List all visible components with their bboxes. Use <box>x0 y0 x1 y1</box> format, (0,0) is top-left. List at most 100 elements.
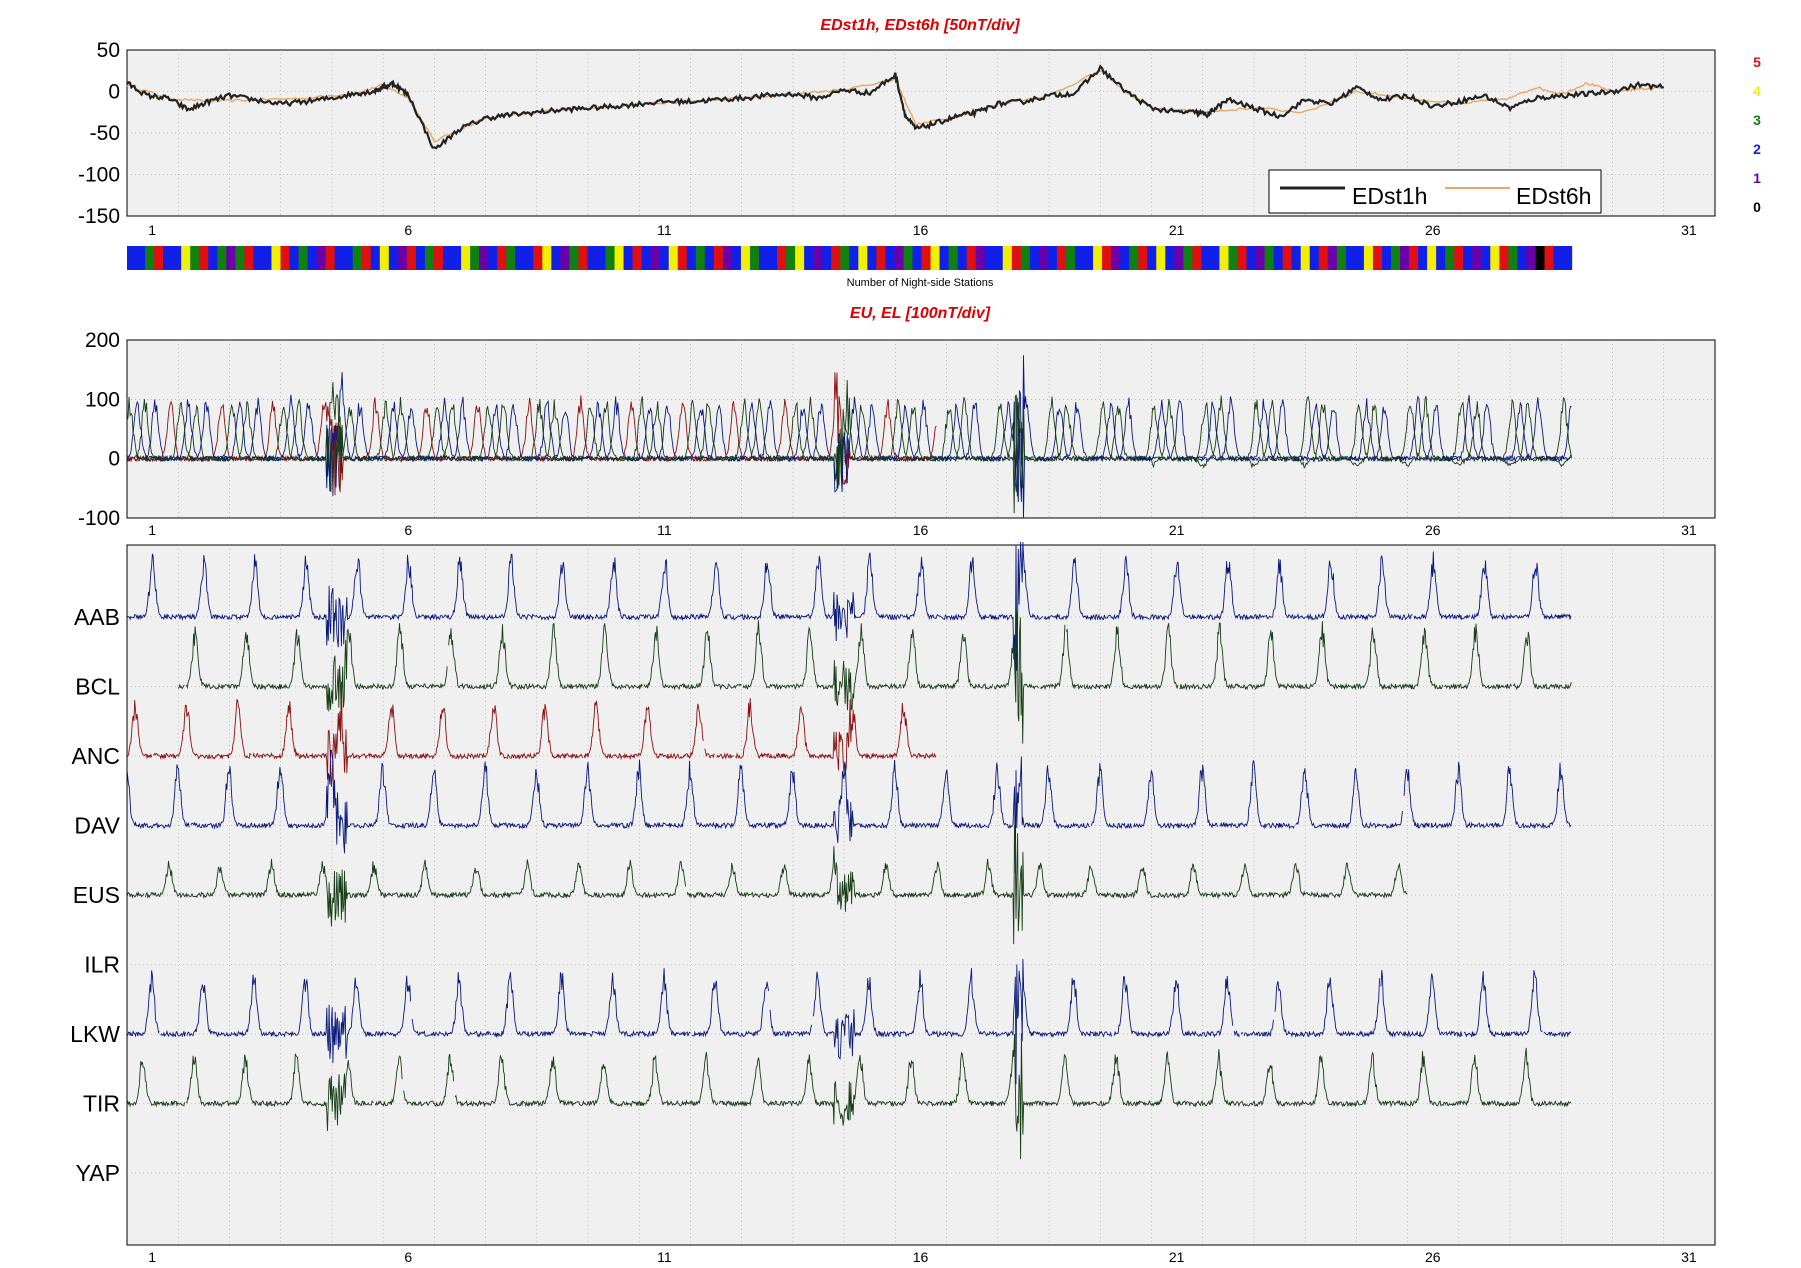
strip-cell <box>1372 246 1383 270</box>
strip-cell <box>461 246 471 270</box>
strip-cell <box>551 246 561 270</box>
day-tick-label: 6 <box>404 1249 412 1265</box>
strip-cell <box>1327 246 1338 270</box>
strip-cell <box>795 246 805 270</box>
strip-cell <box>361 246 372 270</box>
strip-cell <box>1237 246 1248 270</box>
strip-cell <box>569 246 580 270</box>
strip-cell <box>1228 246 1239 270</box>
y-tick-label: 200 <box>85 329 120 352</box>
strip-cell <box>289 246 300 270</box>
strip-cell <box>831 246 841 270</box>
strip-cell <box>1047 246 1058 270</box>
strip-cell <box>560 246 570 270</box>
strip-cell <box>397 246 408 270</box>
strip-cell <box>325 246 336 270</box>
strip-cell <box>334 246 345 270</box>
y-tick-label: 0 <box>108 81 120 104</box>
strip-cell <box>993 246 1004 270</box>
strip-cell <box>424 246 435 270</box>
strip-cell <box>1138 246 1148 270</box>
strip-cell <box>813 246 823 270</box>
day-tick-label: 26 <box>1425 1249 1441 1265</box>
strip-cell <box>1309 246 1320 270</box>
strip-cell <box>822 246 832 270</box>
strip-cell <box>226 246 236 270</box>
strip-cell <box>876 246 886 270</box>
strip-cell <box>506 246 516 270</box>
day-tick-label: 6 <box>404 222 412 238</box>
strip-cell <box>1535 246 1546 270</box>
strip-cell <box>433 246 444 270</box>
strip-cell <box>379 246 390 270</box>
strip-cell <box>235 246 245 270</box>
strip-cell <box>1345 246 1356 270</box>
strip-cell <box>686 246 697 270</box>
station-label-yap: YAP <box>76 1160 120 1186</box>
strip-cell <box>677 246 688 270</box>
day-tick-label: 21 <box>1169 1249 1185 1265</box>
edst-title: EDst1h, EDst6h [50nT/div] <box>820 17 1020 34</box>
strip-cell <box>1183 246 1193 270</box>
strip-cell <box>1544 246 1555 270</box>
strip-cell <box>1336 246 1347 270</box>
strip-cell <box>1427 246 1437 270</box>
strip-cell <box>542 246 552 270</box>
y-tick-label: -150 <box>78 205 120 228</box>
strip-cell <box>921 246 932 270</box>
day-tick-label: 16 <box>913 1249 929 1265</box>
strip-cell <box>659 246 670 270</box>
strip-cell <box>127 246 137 270</box>
day-tick-label: 11 <box>657 522 672 538</box>
strip-cell <box>1526 246 1537 270</box>
legend-edst1h-label: EDst1h <box>1352 183 1427 209</box>
strip-cell <box>1065 246 1076 270</box>
strip-cell <box>443 246 453 270</box>
strip-cell <box>966 246 977 270</box>
strip-cell <box>840 246 850 270</box>
strip-cell <box>208 246 218 270</box>
strip-cell <box>596 246 607 270</box>
strip-cell <box>452 246 462 270</box>
strip-cell <box>1409 246 1419 270</box>
strip-cell <box>181 246 191 270</box>
strip-cell <box>154 246 164 270</box>
night-legend-item: 5 <box>1753 54 1761 70</box>
strip-cell <box>957 246 968 270</box>
station-label-bcl: BCL <box>75 674 120 700</box>
strip-cell <box>650 246 661 270</box>
strip-cell <box>1300 246 1311 270</box>
strip-cell <box>1056 246 1067 270</box>
strip-cell <box>352 246 363 270</box>
y-tick-label: 0 <box>108 448 120 471</box>
strip-cell <box>1454 246 1464 270</box>
strip-cell <box>497 246 507 270</box>
strip-cell <box>1192 246 1202 270</box>
day-tick-label: 1 <box>148 522 156 538</box>
strip-cell <box>1381 246 1392 270</box>
strip-cell <box>849 246 859 270</box>
strip-cell <box>1291 246 1302 270</box>
station-label-dav: DAV <box>74 813 120 839</box>
eu-el-x-axis: 1 6 11 16 21 26 31 <box>148 522 1697 538</box>
strip-cell <box>1562 246 1573 270</box>
strip-cell <box>1156 246 1166 270</box>
strip-cell <box>172 246 182 270</box>
strip-cell <box>605 246 616 270</box>
strip-cell <box>163 246 173 270</box>
strip-cell <box>1084 246 1094 270</box>
strip-cell <box>488 246 498 270</box>
strip-cell <box>515 246 525 270</box>
y-tick-label: -100 <box>78 164 120 187</box>
night-legend-item: 1 <box>1753 170 1761 186</box>
strip-cell <box>777 246 787 270</box>
strip-cell <box>1246 246 1257 270</box>
strip-cell <box>370 246 381 270</box>
y-tick-label: -50 <box>90 122 120 145</box>
strip-cell <box>217 246 227 270</box>
strip-cell <box>307 246 318 270</box>
night-legend-item: 2 <box>1753 141 1761 157</box>
day-tick-label: 31 <box>1681 222 1697 238</box>
strip-cell <box>479 246 489 270</box>
strip-cell <box>1210 246 1221 270</box>
